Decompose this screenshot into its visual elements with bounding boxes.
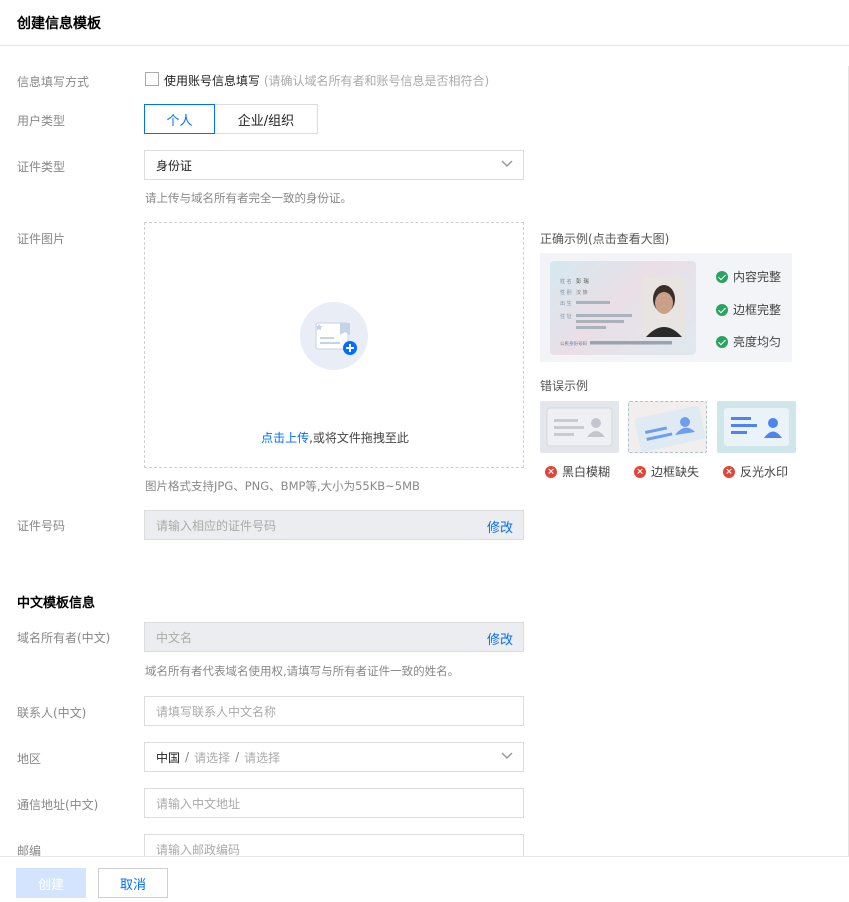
owner-hint: 域名所有者代表域名使用权,请填写与所有者证件一致的姓名。 (145, 664, 460, 678)
wrong-item-border-missing: × 边框缺失 (634, 463, 699, 480)
error-circle-icon: × (545, 465, 557, 478)
wrong-example-glare-watermark-image[interactable] (717, 401, 796, 453)
id-image-label: 证件图片 (17, 232, 66, 246)
id-type-label: 证件类型 (17, 160, 66, 174)
postcode-placeholder: 请输入邮政编码 (156, 842, 241, 857)
chinese-section-title: 中文模板信息 (17, 596, 96, 611)
correct-item-brightness-even: 亮度均匀 (716, 333, 781, 350)
correct-item-border-complete: 边框完整 (716, 301, 781, 318)
region-country: 中国 (156, 750, 181, 765)
dialog-footer: 创建 取消 (0, 856, 849, 902)
check-circle-icon (716, 303, 728, 316)
user-type-personal-button[interactable]: 个人 (144, 104, 215, 134)
id-number-placeholder: 请输入相应的证件号码 (156, 518, 277, 533)
wrong-item-blurry: × 黑白模糊 (545, 463, 610, 480)
address-placeholder: 请输入中文地址 (156, 796, 241, 811)
card-address-label: 住 址 (560, 313, 572, 320)
region-label: 地区 (17, 752, 42, 766)
drag-text: ,或将文件拖拽至此 (309, 431, 409, 445)
contact-placeholder: 请填写联系人中文名称 (156, 704, 277, 719)
card-name-label: 姓 名 (560, 278, 572, 285)
check-circle-icon (716, 270, 728, 283)
owner-modify-button[interactable]: 修改 (487, 629, 513, 648)
address-label: 通信地址(中文) (17, 798, 99, 812)
card-gender-label: 性 别 (560, 289, 572, 296)
user-type-enterprise-button[interactable]: 企业/组织 (214, 104, 318, 134)
chevron-down-icon (501, 160, 513, 168)
correct-example-title[interactable]: 正确示例(点击查看大图) (540, 230, 669, 247)
upload-instruction: 点击上传,或将文件拖拽至此 (145, 429, 525, 446)
checkbox-label: 使用账号信息填写 (164, 74, 261, 88)
id-number-modify-button[interactable]: 修改 (487, 517, 513, 536)
owner-label: 域名所有者(中文) (17, 631, 111, 645)
wrong-example-blurry-image[interactable] (540, 401, 619, 453)
region-separator: / (185, 750, 190, 764)
region-province-placeholder: 请选择 (194, 750, 231, 765)
contact-input[interactable]: 请填写联系人中文名称 (144, 696, 524, 726)
user-type-label: 用户类型 (17, 114, 66, 128)
contact-label: 联系人(中文) (17, 706, 87, 720)
id-card-sample-image: 姓 名 彭 瑞 性 别 汉 族 出 生 住 址 公民身份号码 (550, 261, 696, 355)
check-circle-icon (716, 335, 728, 348)
error-circle-icon: × (723, 465, 735, 478)
chevron-down-icon (501, 752, 513, 760)
id-type-hint: 请上传与域名所有者完全一致的身份证。 (145, 191, 352, 205)
id-type-select[interactable]: 身份证 (144, 150, 524, 180)
id-number-input[interactable]: 请输入相应的证件号码 修改 (144, 510, 524, 540)
region-city-placeholder: 请选择 (244, 750, 281, 765)
wrong-example-border-missing-image[interactable] (628, 401, 707, 453)
use-account-info-text[interactable]: 使用账号信息填写 (请确认域名所有者和账号信息是否相符合) (164, 72, 489, 89)
use-account-info-checkbox[interactable] (145, 72, 159, 86)
id-image-hint: 图片格式支持JPG、PNG、BMP等,大小为55KB~5MB (145, 479, 420, 493)
region-separator: / (235, 750, 240, 764)
id-image-upload-area[interactable]: 点击上传,或将文件拖拽至此 (144, 222, 524, 468)
fill-method-label: 信息填写方式 (17, 75, 90, 89)
owner-input[interactable]: 中文名 修改 (144, 622, 524, 652)
page-title: 创建信息模板 (17, 16, 101, 32)
owner-placeholder: 中文名 (156, 630, 193, 645)
wrong-example-title: 错误示例 (540, 379, 589, 393)
correct-item-content-complete: 内容完整 (716, 268, 781, 285)
card-ethnic-value: 汉 族 (576, 289, 588, 296)
dialog-header: 创建信息模板 (0, 0, 849, 46)
checkbox-note: (请确认域名所有者和账号信息是否相符合) (263, 74, 490, 88)
region-select[interactable]: 中国 / 请选择 / 请选择 (144, 742, 524, 772)
correct-example-box[interactable]: 姓 名 彭 瑞 性 别 汉 族 出 生 住 址 公民身份号码 内容完整 边框完整… (540, 253, 792, 362)
error-circle-icon: × (634, 465, 646, 478)
wrong-item-glare-watermark: × 反光水印 (723, 463, 788, 480)
card-name-value: 彭 瑞 (576, 277, 589, 285)
upload-icon (300, 302, 368, 370)
cancel-button-label: 取消 (119, 877, 146, 893)
id-number-label: 证件号码 (17, 519, 66, 533)
cancel-button[interactable]: 取消 (98, 868, 168, 898)
card-id-label: 公民身份号码 (560, 340, 587, 347)
card-birth-label: 出 生 (560, 300, 572, 307)
click-upload-link[interactable]: 点击上传 (261, 431, 309, 445)
address-input[interactable]: 请输入中文地址 (144, 788, 524, 818)
create-button[interactable]: 创建 (16, 868, 86, 898)
id-type-value: 身份证 (156, 158, 193, 173)
